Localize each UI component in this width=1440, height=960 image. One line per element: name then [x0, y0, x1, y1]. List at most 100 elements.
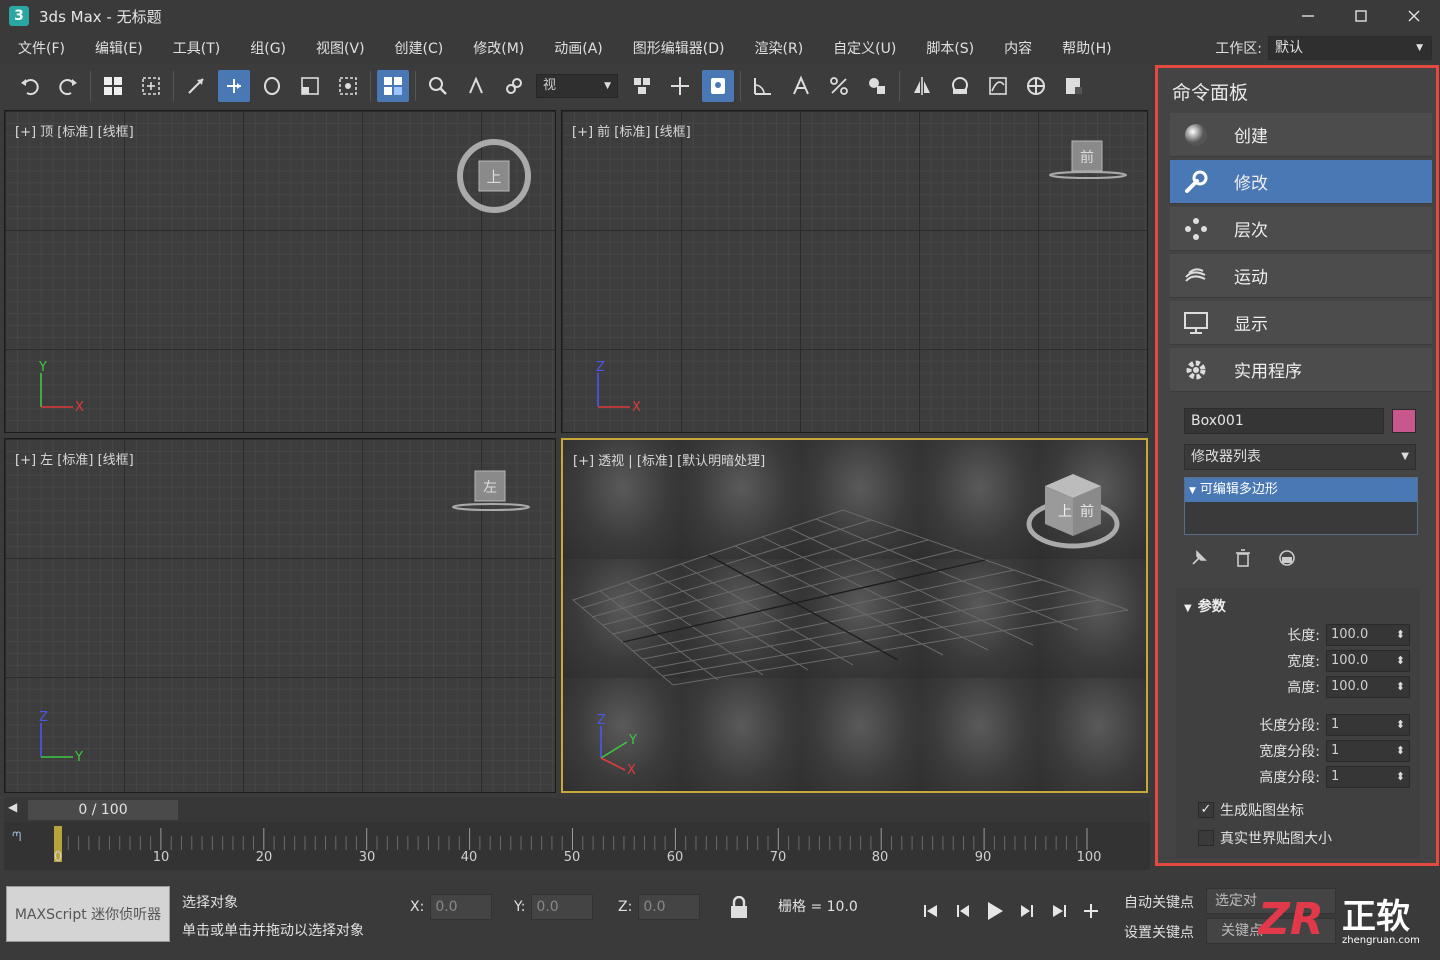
menu-tools[interactable]: 工具(T) [155, 38, 232, 58]
menu-edit[interactable]: 编辑(E) [77, 38, 155, 58]
keyboard-shortcut-button[interactable] [702, 70, 734, 102]
viewport-front[interactable]: [+] 前 [标准] [线框] 前 Z X [561, 110, 1148, 433]
menu-group[interactable]: 组(G) [232, 38, 298, 58]
menu-file[interactable]: 文件(F) [0, 38, 77, 58]
viewcube-perspective-icon[interactable]: 上 前 [1023, 468, 1123, 558]
rotate-button[interactable] [256, 70, 288, 102]
selection-filter-dropdown[interactable]: 视 [536, 74, 618, 98]
viewport-label[interactable]: [+] 左 [标准] [线框] [15, 449, 134, 468]
viewport-left[interactable]: [+] 左 [标准] [线框] 左 Z Y [4, 438, 556, 793]
tab-hierarchy[interactable]: 层次 [1170, 207, 1432, 251]
text-snap-button[interactable] [785, 70, 817, 102]
menu-view[interactable]: 视图(V) [298, 38, 377, 58]
menu-scripting[interactable]: 脚本(S) [908, 38, 986, 58]
spinner-snap-button[interactable] [861, 70, 893, 102]
checkbox-gen-mapping[interactable]: ✓ 生成贴图坐标 [1198, 800, 1304, 820]
checkbox-real-world[interactable]: 真实世界贴图大小 [1198, 828, 1332, 848]
minimize-button[interactable] [1281, 0, 1334, 32]
length-spinner[interactable]: 100.0 [1326, 624, 1410, 646]
time-slider[interactable]: ◀ 0 / 100 [4, 798, 1150, 822]
y-coordinate-field[interactable]: 0.0 [531, 894, 594, 920]
snap-toggle-button[interactable] [460, 70, 492, 102]
time-slider-thumb[interactable]: 0 / 100 [28, 800, 178, 820]
go-to-start-button[interactable] [918, 898, 944, 924]
maxscript-listener[interactable]: MAXScript 迷你侦听器 [6, 886, 170, 942]
viewport-label[interactable]: [+] 前 [标准] [线框] [572, 121, 691, 140]
track-bar[interactable]: ᘉ 0 10 20 30 40 50 60 70 80 90 100 [4, 822, 1150, 870]
place-button[interactable] [332, 70, 364, 102]
angle-snap-button[interactable] [747, 70, 779, 102]
redo-button[interactable] [52, 70, 84, 102]
viewport-perspective[interactable]: [+] 透视 | [标准] [默认明暗处理] 上 前 Z Y X [561, 438, 1148, 793]
chevron-left-icon[interactable]: ◀ [8, 800, 17, 814]
mirror-button[interactable] [906, 70, 938, 102]
width-spinner[interactable]: 100.0 [1326, 650, 1410, 672]
object-name-field[interactable]: Box001 [1184, 408, 1384, 434]
reference-coord-button[interactable] [377, 70, 409, 102]
menu-graph-editors[interactable]: 图形编辑器(D) [615, 38, 737, 58]
previous-frame-button[interactable] [950, 898, 976, 924]
curve-editor-button[interactable] [982, 70, 1014, 102]
next-frame-button[interactable] [1014, 898, 1040, 924]
expand-triangle-icon[interactable]: ▼ [1189, 486, 1196, 496]
wrench-icon [1182, 168, 1210, 196]
menu-modify[interactable]: 修改(M) [455, 38, 536, 58]
lock-icon[interactable] [728, 896, 750, 920]
material-editor-button[interactable] [1058, 70, 1090, 102]
modifier-list-dropdown[interactable]: 修改器列表 ▼ [1184, 444, 1416, 470]
modifier-stack-item[interactable]: ▼ 可编辑多边形 [1185, 478, 1417, 502]
curve-editor-mini-icon[interactable]: ᘉ [12, 830, 21, 845]
width-segs-spinner[interactable]: 1 [1326, 740, 1410, 762]
layer-explorer-button[interactable] [944, 70, 976, 102]
align-button[interactable] [626, 70, 658, 102]
object-color-swatch[interactable] [1392, 409, 1416, 433]
height-spinner[interactable]: 100.0 [1326, 676, 1410, 698]
menu-create[interactable]: 创建(C) [377, 38, 456, 58]
viewcube-front-icon[interactable]: 前 [1048, 139, 1128, 187]
zoom-extents-button[interactable] [422, 70, 454, 102]
menu-animation[interactable]: 动画(A) [536, 38, 615, 58]
svg-text:X: X [75, 400, 84, 415]
menu-help[interactable]: 帮助(H) [1044, 38, 1123, 58]
auto-key-button[interactable]: 自动关键点 [1124, 892, 1194, 912]
configure-sets-button[interactable] [1272, 544, 1302, 572]
undo-button[interactable] [14, 70, 46, 102]
select-move-button[interactable] [218, 70, 250, 102]
tab-modify[interactable]: 修改 [1170, 160, 1432, 204]
checkbox[interactable]: ✓ [1198, 802, 1214, 818]
menu-content[interactable]: 内容 [986, 38, 1044, 58]
z-coordinate-field[interactable]: 0.0 [638, 894, 701, 920]
rollout-header[interactable]: ▼ 参数 [1184, 596, 1226, 616]
select-region-button[interactable] [135, 70, 167, 102]
tab-motion[interactable]: 运动 [1170, 254, 1432, 298]
go-to-end-button[interactable] [1046, 898, 1072, 924]
checkbox[interactable] [1198, 830, 1214, 846]
viewport-top[interactable]: [+] 顶 [标准] [线框] 上 Y X [4, 110, 556, 433]
x-coordinate-field[interactable]: 0.0 [430, 894, 493, 920]
play-button[interactable] [982, 898, 1008, 924]
pin-stack-button[interactable] [1184, 544, 1214, 572]
mirror-link-button[interactable] [498, 70, 530, 102]
tab-display[interactable]: 显示 [1170, 301, 1432, 345]
select-link-button[interactable] [180, 70, 212, 102]
close-button[interactable] [1387, 0, 1440, 32]
pivot-button[interactable] [664, 70, 696, 102]
schematic-view-button[interactable] [1020, 70, 1052, 102]
add-key-button[interactable] [1078, 898, 1104, 924]
set-key-button[interactable]: 设置关键点 [1124, 922, 1194, 942]
menu-rendering[interactable]: 渲染(R) [737, 38, 816, 58]
remove-modifier-button[interactable] [1228, 544, 1258, 572]
height-segs-spinner[interactable]: 1 [1326, 766, 1410, 788]
menu-customize[interactable]: 自定义(U) [815, 38, 908, 58]
viewcube-top-icon[interactable]: 上 [451, 133, 537, 219]
scale-button[interactable] [294, 70, 326, 102]
maximize-button[interactable] [1334, 0, 1387, 32]
select-object-button[interactable] [97, 70, 129, 102]
tab-utilities[interactable]: 实用程序 [1170, 348, 1432, 392]
length-segs-spinner[interactable]: 1 [1326, 714, 1410, 736]
tab-create[interactable]: 创建 [1170, 113, 1432, 157]
workspace-dropdown[interactable]: 默认 [1268, 36, 1432, 60]
viewcube-left-icon[interactable]: 左 [451, 469, 531, 517]
viewport-label[interactable]: [+] 顶 [标准] [线框] [15, 121, 134, 140]
percent-snap-button[interactable] [823, 70, 855, 102]
